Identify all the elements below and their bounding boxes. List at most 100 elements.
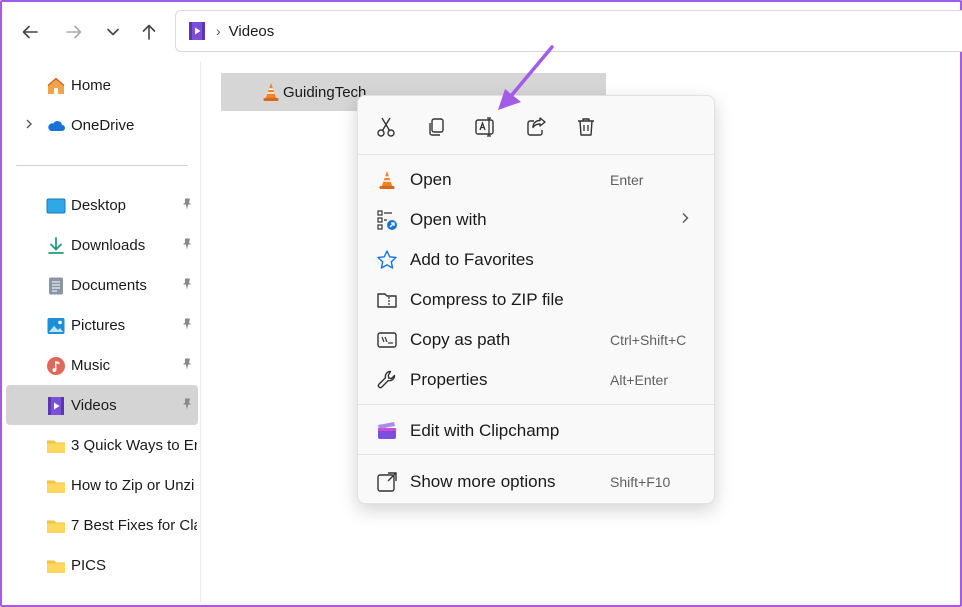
chevron-right-icon[interactable] bbox=[24, 118, 34, 130]
menu-item-label: Open with bbox=[410, 210, 487, 229]
pin-icon[interactable] bbox=[180, 357, 194, 371]
videos-folder-icon bbox=[189, 22, 205, 40]
rename-icon bbox=[475, 117, 494, 137]
sidebar-item-downloads[interactable]: Downloads bbox=[6, 225, 198, 265]
arrow-left-icon bbox=[22, 25, 38, 39]
sidebar-item-folder[interactable]: PICS bbox=[6, 545, 198, 585]
vlc-cone-icon bbox=[263, 83, 279, 101]
menu-item-label: Copy as path bbox=[410, 330, 511, 349]
menu-item-label: Add to Favorites bbox=[410, 250, 534, 269]
menu-item-label: Edit with Clipchamp bbox=[410, 421, 560, 440]
recent-locations-button[interactable] bbox=[99, 18, 127, 46]
menu-item-copy-as-path[interactable]: Copy as path Ctrl+Shift+C bbox=[362, 320, 710, 358]
pin-icon[interactable] bbox=[180, 197, 194, 211]
pin-icon[interactable] bbox=[180, 317, 194, 331]
forward-button[interactable] bbox=[60, 18, 88, 46]
zip-folder-icon bbox=[377, 293, 397, 308]
arrow-right-icon bbox=[66, 25, 82, 39]
pictures-icon bbox=[47, 318, 65, 334]
breadcrumb-videos[interactable]: Videos bbox=[229, 23, 275, 40]
desktop-icon bbox=[46, 198, 66, 214]
menu-item-open-with[interactable]: Open with bbox=[362, 200, 710, 238]
copy-button[interactable] bbox=[421, 113, 451, 141]
sidebar-item-label: Pictures bbox=[71, 317, 126, 334]
menu-item-shortcut: Shift+F10 bbox=[610, 474, 671, 490]
sidebar-item-label: Downloads bbox=[71, 237, 146, 254]
clipchamp-icon bbox=[378, 422, 396, 439]
copy-path-icon bbox=[377, 332, 397, 348]
menu-item-label: Show more options bbox=[410, 472, 556, 491]
menu-item-properties[interactable]: Properties Alt+Enter bbox=[362, 360, 710, 398]
sidebar-item-label: Music bbox=[71, 357, 111, 374]
chevron-down-icon bbox=[107, 28, 119, 36]
navigation-pane: Home OneDrive Desktop Downloads Document… bbox=[2, 62, 201, 602]
annotation-arrow-icon bbox=[498, 45, 554, 110]
sidebar-item-label: PICS bbox=[71, 557, 107, 574]
sidebar-item-label: OneDrive bbox=[71, 117, 135, 134]
menu-item-label: Compress to ZIP file bbox=[410, 290, 564, 309]
sidebar-item-onedrive[interactable]: OneDrive bbox=[6, 105, 198, 145]
onedrive-cloud-icon bbox=[48, 121, 65, 131]
sidebar-item-music[interactable]: Music bbox=[6, 345, 198, 385]
cut-icon bbox=[377, 117, 395, 137]
cut-button[interactable] bbox=[371, 113, 401, 141]
address-bar[interactable]: › Videos bbox=[175, 10, 962, 52]
folder-icon bbox=[47, 440, 65, 453]
copy-icon bbox=[429, 118, 444, 136]
sidebar-item-label: Desktop bbox=[71, 197, 127, 214]
sidebar-item-label: Documents bbox=[71, 277, 147, 294]
sidebar-item-label: 7 Best Fixes for Clas bbox=[71, 517, 197, 534]
menu-divider bbox=[358, 154, 714, 155]
delete-button[interactable] bbox=[571, 113, 601, 141]
menu-item-label: Properties bbox=[410, 370, 488, 389]
sidebar-item-label: How to Zip or Unzi bbox=[71, 477, 195, 494]
share-button[interactable] bbox=[521, 113, 551, 141]
sidebar-item-pictures[interactable]: Pictures bbox=[6, 305, 198, 345]
sidebar-item-folder[interactable]: 7 Best Fixes for Clas bbox=[6, 505, 198, 545]
wrench-icon bbox=[377, 370, 396, 389]
menu-item-shortcut: Enter bbox=[610, 172, 644, 188]
sidebar-item-documents[interactable]: Documents bbox=[6, 265, 198, 305]
sidebar-item-desktop[interactable]: Desktop bbox=[6, 185, 198, 225]
sidebar-item-folder[interactable]: How to Zip or Unzi bbox=[6, 465, 198, 505]
home-icon bbox=[47, 77, 65, 94]
pin-icon[interactable] bbox=[180, 397, 194, 411]
menu-item-shortcut: Alt+Enter bbox=[610, 372, 668, 388]
breadcrumb-separator: › bbox=[216, 23, 221, 39]
sidebar-item-videos[interactable]: Videos bbox=[6, 385, 198, 425]
show-more-options-icon bbox=[377, 472, 397, 492]
menu-item-open[interactable]: Open Enter bbox=[362, 160, 710, 198]
document-icon bbox=[49, 277, 63, 295]
menu-item-add-to-favorites[interactable]: Add to Favorites bbox=[362, 240, 710, 278]
sidebar-item-folder[interactable]: 3 Quick Ways to Ena bbox=[6, 425, 198, 465]
back-button[interactable] bbox=[16, 18, 44, 46]
delete-icon bbox=[578, 118, 594, 136]
pin-icon[interactable] bbox=[180, 277, 194, 291]
context-menu: Open Enter Open with Add to Favorites Co… bbox=[357, 95, 715, 504]
share-icon bbox=[527, 117, 546, 136]
sidebar-item-home[interactable]: Home bbox=[6, 65, 198, 105]
file-name: GuidingTech bbox=[283, 84, 367, 101]
menu-item-label: Open bbox=[410, 170, 452, 189]
sidebar-item-label: 3 Quick Ways to Ena bbox=[71, 437, 197, 454]
open-with-icon bbox=[377, 210, 397, 230]
folder-icon bbox=[47, 520, 65, 533]
menu-item-show-more-options[interactable]: Show more options Shift+F10 bbox=[362, 462, 710, 500]
arrow-up-icon bbox=[142, 24, 156, 40]
sidebar-divider bbox=[16, 165, 188, 166]
rename-button[interactable] bbox=[471, 113, 501, 141]
menu-divider bbox=[358, 404, 714, 405]
menu-divider bbox=[358, 454, 714, 455]
star-icon bbox=[377, 250, 397, 269]
folder-icon bbox=[47, 480, 65, 493]
sidebar-item-label: Videos bbox=[71, 397, 117, 414]
music-icon bbox=[47, 357, 65, 375]
pin-icon[interactable] bbox=[180, 237, 194, 251]
up-button[interactable] bbox=[135, 18, 163, 46]
chevron-right-icon bbox=[682, 213, 689, 223]
videos-folder-icon bbox=[48, 397, 64, 415]
sidebar-item-label: Home bbox=[71, 77, 112, 94]
menu-item-compress-zip[interactable]: Compress to ZIP file bbox=[362, 280, 710, 318]
menu-item-edit-with-clipchamp[interactable]: Edit with Clipchamp bbox=[362, 411, 710, 449]
folder-icon bbox=[47, 560, 65, 573]
